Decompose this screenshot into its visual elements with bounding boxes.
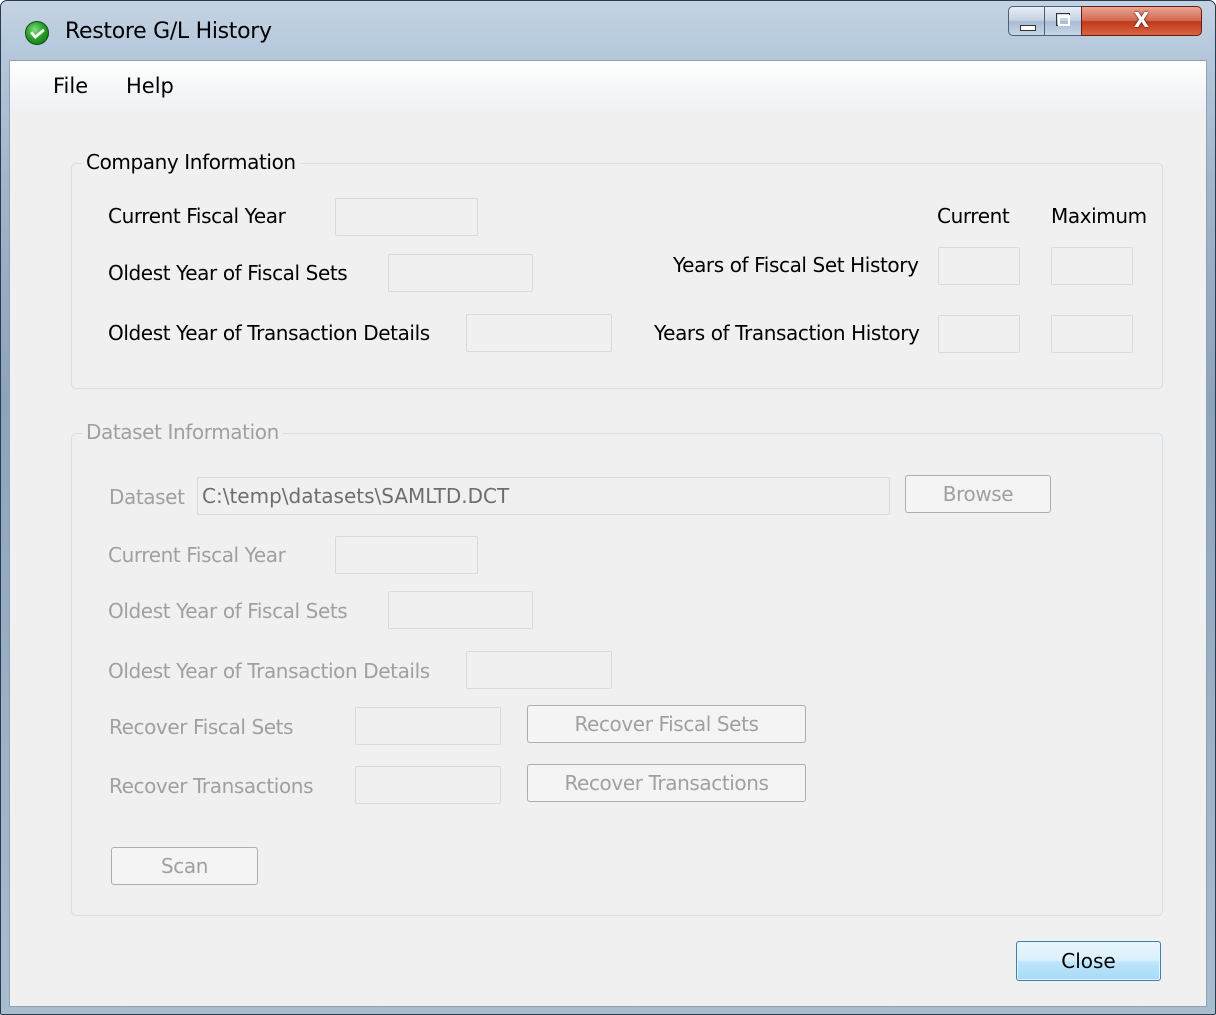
window-title: Restore G/L History — [65, 19, 272, 44]
app-logo-icon[interactable] — [25, 21, 49, 45]
dataset-oldest-transaction-details-field[interactable] — [466, 651, 612, 689]
recover-transactions-button[interactable]: Recover Transactions — [527, 764, 806, 802]
dataset-information-group: Dataset Information Dataset C:\temp\data… — [71, 420, 1163, 916]
years-transaction-history-label: Years of Transaction History — [654, 321, 920, 345]
close-window-button[interactable]: X — [1081, 6, 1202, 36]
dataset-label: Dataset — [109, 485, 185, 509]
recover-transactions-field[interactable] — [355, 766, 501, 804]
oldest-fiscal-sets-label: Oldest Year of Fiscal Sets — [108, 261, 348, 285]
oldest-transaction-details-field[interactable] — [466, 314, 612, 352]
transaction-history-maximum-field[interactable] — [1051, 315, 1133, 353]
recover-fiscal-sets-label: Recover Fiscal Sets — [109, 715, 294, 739]
dialog-client-area: File Help Company Information Current Fi… — [9, 60, 1207, 1007]
dataset-oldest-fiscal-sets-label: Oldest Year of Fiscal Sets — [108, 599, 348, 623]
maximize-button[interactable] — [1044, 6, 1082, 36]
current-fiscal-year-label: Current Fiscal Year — [108, 204, 286, 228]
dataset-path-field[interactable]: C:\temp\datasets\SAMLTD.DCT — [197, 477, 890, 515]
close-button[interactable]: Close — [1016, 941, 1161, 981]
minimize-button[interactable] — [1008, 6, 1045, 36]
dataset-information-legend: Dataset Information — [82, 420, 283, 444]
oldest-fiscal-sets-field[interactable] — [388, 254, 533, 292]
current-fiscal-year-field[interactable] — [335, 198, 478, 236]
browse-button[interactable]: Browse — [905, 475, 1051, 513]
menu-bar: File Help — [10, 61, 1206, 111]
title-bar[interactable]: Restore G/L History X — [1, 1, 1215, 59]
scan-button[interactable]: Scan — [111, 847, 258, 885]
fiscal-set-history-maximum-field[interactable] — [1051, 247, 1133, 285]
company-information-legend: Company Information — [82, 150, 300, 174]
oldest-transaction-details-label: Oldest Year of Transaction Details — [108, 321, 430, 345]
column-header-current: Current — [937, 204, 1010, 228]
company-information-group: Company Information Current Fiscal Year … — [71, 150, 1163, 389]
minimize-icon — [1020, 25, 1036, 31]
recover-transactions-label: Recover Transactions — [109, 774, 314, 798]
app-window: Restore G/L History X File Help Company … — [0, 0, 1216, 1015]
recover-fiscal-sets-field[interactable] — [355, 707, 501, 745]
recover-fiscal-sets-button[interactable]: Recover Fiscal Sets — [527, 705, 806, 743]
column-header-maximum: Maximum — [1051, 204, 1147, 228]
menu-help[interactable]: Help — [126, 74, 174, 98]
menu-file[interactable]: File — [53, 74, 88, 98]
close-icon: X — [1133, 8, 1150, 32]
dataset-oldest-fiscal-sets-field[interactable] — [388, 591, 533, 629]
dataset-oldest-transaction-details-label: Oldest Year of Transaction Details — [108, 659, 430, 683]
fiscal-set-history-current-field[interactable] — [938, 247, 1020, 285]
dataset-current-fiscal-year-label: Current Fiscal Year — [108, 543, 286, 567]
dataset-current-fiscal-year-field[interactable] — [335, 536, 478, 574]
transaction-history-current-field[interactable] — [938, 315, 1020, 353]
maximize-icon — [1056, 13, 1070, 26]
years-fiscal-set-history-label: Years of Fiscal Set History — [673, 253, 919, 277]
